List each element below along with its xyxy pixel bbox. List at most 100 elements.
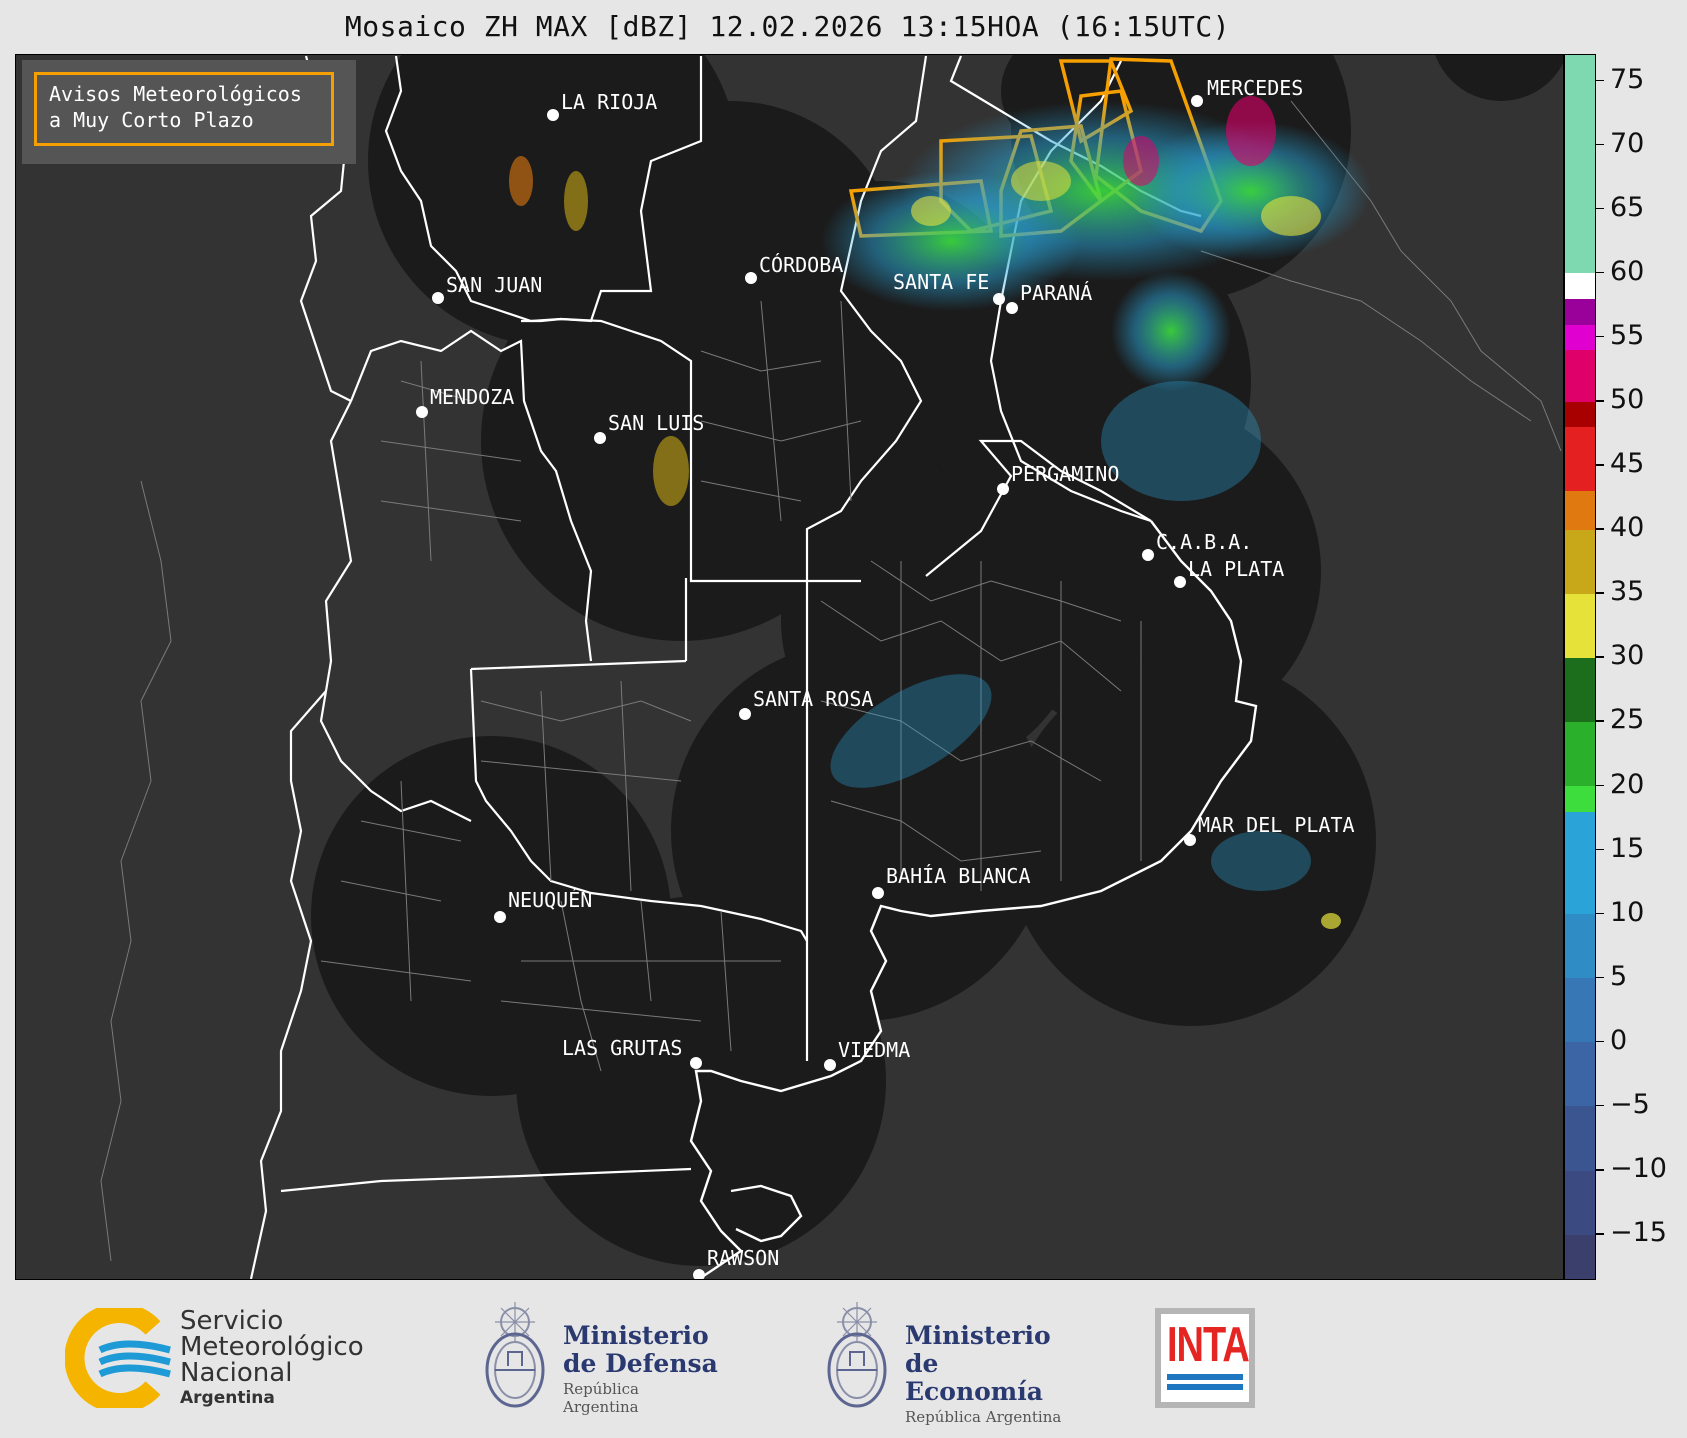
city-label: SAN JUAN xyxy=(446,273,542,297)
city-marker[interactable] xyxy=(494,911,506,923)
defensa-line-1: Ministerio xyxy=(563,1321,709,1350)
smn-line-2: Meteorológico xyxy=(180,1332,364,1362)
city-marker[interactable] xyxy=(693,1269,705,1279)
city-marker[interactable] xyxy=(416,406,428,418)
colorbar-tick-label: 15 xyxy=(1610,832,1645,864)
colorbar-tick xyxy=(1596,143,1604,146)
colorbar-band xyxy=(1565,55,1595,274)
colorbar-band xyxy=(1565,324,1595,351)
colorbar xyxy=(1564,54,1596,1280)
warnings-notice-box[interactable]: Avisos Meteorológicos a Muy Corto Plazo xyxy=(34,72,334,146)
colorbar-tick-label: 55 xyxy=(1610,319,1645,351)
colorbar-band xyxy=(1565,426,1595,492)
colorbar-tick xyxy=(1596,784,1604,787)
colorbar-band xyxy=(1565,1234,1595,1279)
city-marker[interactable] xyxy=(872,887,884,899)
city-marker[interactable] xyxy=(1191,95,1203,107)
colorbar-tick xyxy=(1596,207,1604,210)
economia-line-1: Ministerio xyxy=(905,1321,1051,1350)
colorbar-tick xyxy=(1596,976,1604,979)
smn-country: Argentina xyxy=(180,1388,275,1408)
city-marker[interactable] xyxy=(739,708,751,720)
city-marker[interactable] xyxy=(547,109,559,121)
colorbar-band xyxy=(1565,721,1595,787)
city-marker[interactable] xyxy=(993,293,1005,305)
colorbar-tick xyxy=(1596,1233,1604,1235)
colorbar-tick-label: −10 xyxy=(1610,1153,1667,1185)
colorbar-tick-label: 70 xyxy=(1610,127,1645,159)
city-label: LA PLATA xyxy=(1188,557,1284,581)
inta-stripe xyxy=(1167,1374,1243,1380)
colorbar-tick xyxy=(1596,912,1604,915)
smn-line-3: Nacional xyxy=(180,1358,293,1388)
colorbar-tick xyxy=(1596,1169,1604,1171)
colorbar-band xyxy=(1565,1041,1595,1107)
inta-stripe xyxy=(1167,1384,1243,1390)
city-label: BAHÍA BLANCA xyxy=(886,864,1031,888)
footer-logos: Servicio Meteorológico Nacional Argentin… xyxy=(0,1280,1687,1438)
colorbar-tick xyxy=(1596,720,1604,722)
city-marker[interactable] xyxy=(594,432,606,444)
city-label: MENDOZA xyxy=(430,385,514,409)
smn-logo: Servicio Meteorológico Nacional Argentin… xyxy=(64,1303,485,1418)
city-label: PERGAMINO xyxy=(1011,462,1119,486)
colorbar-tick xyxy=(1596,1104,1604,1107)
colorbar-tick xyxy=(1596,271,1604,274)
colorbar-band xyxy=(1565,272,1595,299)
colorbar-band xyxy=(1565,977,1595,1043)
colorbar-tick-label: 75 xyxy=(1610,63,1645,95)
colorbar-tick xyxy=(1596,848,1604,851)
colorbar-tick-label: −15 xyxy=(1610,1217,1667,1249)
city-label: SANTA ROSA xyxy=(753,687,873,711)
colorbar-tick-label: 65 xyxy=(1610,191,1645,223)
colorbar-tick-label: 10 xyxy=(1610,896,1645,928)
colorbar-band xyxy=(1565,298,1595,325)
city-marker[interactable] xyxy=(1142,549,1154,561)
colorbar-band xyxy=(1565,593,1595,658)
economia-line-2: de Economía xyxy=(905,1349,1043,1406)
city-label: MERCEDES xyxy=(1207,76,1303,100)
city-marker[interactable] xyxy=(997,483,1009,495)
city-label: PARANÁ xyxy=(1020,281,1092,305)
colorbar-tick xyxy=(1596,335,1604,338)
colorbar-band xyxy=(1565,811,1595,915)
city-marker[interactable] xyxy=(1006,302,1018,314)
colorbar-tick xyxy=(1596,464,1604,466)
city-marker[interactable] xyxy=(745,272,757,284)
defensa-logo: Ministerio de Defensa República Argentin… xyxy=(478,1300,718,1420)
city-marker[interactable] xyxy=(432,292,444,304)
city-label: C.A.B.A. xyxy=(1156,530,1252,554)
colorbar-tick xyxy=(1596,528,1604,530)
colorbar-tick-label: 5 xyxy=(1610,960,1628,992)
city-marker[interactable] xyxy=(1184,834,1196,846)
coat-of-arms-icon xyxy=(485,1302,545,1408)
colorbar-tick-label: 30 xyxy=(1610,640,1645,672)
warnings-notice[interactable]: Avisos Meteorológicos a Muy Corto Plazo xyxy=(22,60,356,164)
radar-map[interactable]: LA RIOJA MERCEDES CÓRDOBA SAN JUAN SANTA FE P… xyxy=(15,54,1564,1280)
colorbar-tick-label: 0 xyxy=(1610,1024,1628,1056)
defensa-sub: República Argentina xyxy=(563,1380,639,1416)
colorbar-tick-label: 35 xyxy=(1610,576,1645,608)
notice-line-2: a Muy Corto Plazo xyxy=(49,108,254,132)
city-label: VIEDMA xyxy=(838,1038,910,1062)
economia-sub: República Argentina xyxy=(905,1408,1062,1426)
defensa-line-2: de Defensa xyxy=(563,1349,718,1378)
colorbar-tick-label: 50 xyxy=(1610,384,1645,416)
city-label: SAN LUIS xyxy=(608,411,704,435)
colorbar-band xyxy=(1565,785,1595,812)
city-marker[interactable] xyxy=(1174,576,1186,588)
inta-logo: INTA xyxy=(1155,1308,1255,1408)
inta-wordmark: INTA xyxy=(1167,1318,1250,1373)
colorbar-tick-label: 25 xyxy=(1610,704,1645,736)
colorbar-band xyxy=(1565,349,1595,402)
city-label: LA RIOJA xyxy=(561,90,657,114)
city-marker[interactable] xyxy=(824,1059,836,1071)
city-label: SANTA FE xyxy=(893,270,989,294)
city-marker[interactable] xyxy=(690,1057,702,1069)
colorbar-band xyxy=(1565,401,1595,428)
colorbar-tick-label: 60 xyxy=(1610,255,1645,287)
colorbar-tick xyxy=(1596,79,1604,82)
smn-line-1: Servicio xyxy=(180,1306,284,1336)
colorbar-tick-label: −5 xyxy=(1610,1088,1650,1120)
colorbar-band xyxy=(1565,1170,1595,1235)
